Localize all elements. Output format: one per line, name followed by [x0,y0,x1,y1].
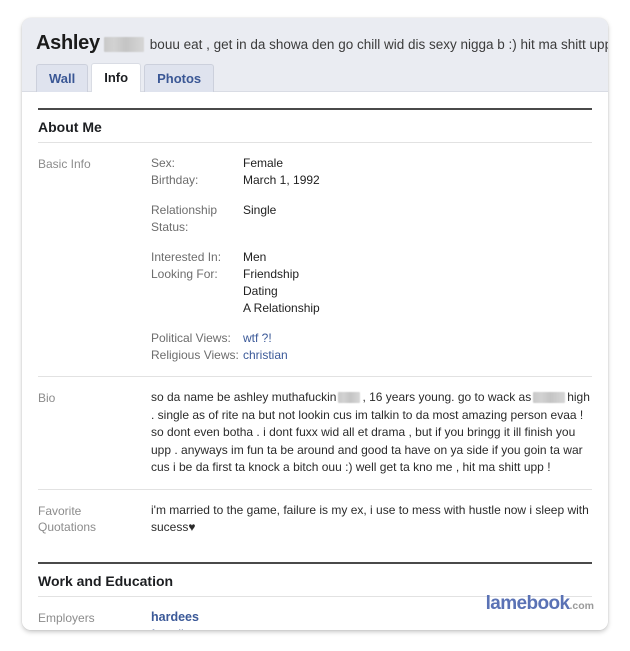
field-label-looking-for: Looking For: [151,267,218,281]
field-value-birthday: March 1, 1992 [243,173,320,187]
basic-info-group: Political Views: wtf ?! Religious Views:… [151,330,592,364]
field-relationship-status: Relationship Status: Single [151,202,592,236]
section-header-about-me: About Me [38,108,592,142]
field-value-looking-for: Friendship Dating A Relationship [243,267,320,315]
field-value-sex: Female [243,156,284,170]
field-interested-in: Interested In: Men [151,249,592,266]
tab-wall[interactable]: Wall [36,64,89,92]
row-content-basic-info: Sex: Female Birthday: March 1, 1992 Rela… [151,155,592,364]
link-political-views[interactable]: wtf ?! [243,331,272,345]
profile-name: Ashley [36,33,100,54]
field-value-relationship-status: Single [243,203,277,217]
redaction-block-bio-2 [533,392,566,404]
section-header-work-and-education: Work and Education [38,561,592,596]
row-favorite-quotations: Favorite Quotations i'm married to the g… [38,490,592,548]
basic-info-group: Interested In: Men Looking For: Friendsh… [151,249,592,317]
basic-info-group: Sex: Female Birthday: March 1, 1992 [151,155,592,189]
field-value-political-views: wtf ?! [243,330,272,347]
bio-part-1: so da name be ashley muthafuckin [151,390,337,404]
field-label-religious-views: Religious Views: [151,348,239,362]
profile-header: Ashley bouu eat , get in da showa den go … [22,18,608,92]
link-religious-views[interactable]: christian [243,348,288,362]
profile-body: About Me Basic Info Sex: Female Birthday… [22,108,608,630]
redaction-block-bio-1 [338,392,361,404]
profile-tab-bar: Wall Info Photos [36,63,217,92]
row-content-bio: so da name be ashley muthafuckin , 16 yea… [151,389,592,477]
field-label-sex: Sex: [151,156,176,170]
field-label-birthday: Birthday: [151,173,199,187]
row-bio: Bio so da name be ashley muthafuckin , 16… [38,377,592,489]
row-label-line-1: Favorite [38,503,82,518]
field-value-interested-in: Men [243,250,267,264]
lamebook-watermark: lamebook.com [486,594,594,616]
row-label-line-2: Quotations [38,519,97,534]
field-looking-for: Looking For: Friendship Dating A Relations… [151,266,592,317]
row-basic-info: Basic Info Sex: Female Birthday: March 1… [38,143,592,376]
field-sex: Sex: Female [151,155,592,172]
employer-secondary-link[interactable]: front line [151,626,592,631]
row-label-employers: Employers [38,610,95,625]
field-label-relationship-status: Relationship Status: [151,203,218,234]
redaction-block-name [103,36,144,52]
row-label-bio: Bio [38,391,56,405]
field-label-political-views: Political Views: [151,331,231,345]
field-political-views: Political Views: wtf ?! [151,330,592,347]
tab-photos[interactable]: Photos [144,64,215,92]
field-birthday: Birthday: March 1, 1992 [151,172,592,189]
basic-info-group: Relationship Status: Single [151,202,592,236]
watermark-tld: .com [569,600,594,612]
row-content-favorite-quotations: i'm married to the game, failure is my e… [151,502,589,534]
watermark-brand: lamebook [485,593,571,614]
row-label-basic-info: Basic Info [38,157,91,171]
profile-status-text: bouu eat , get in da showa den go chill … [149,37,608,52]
row-label-favorite-quotations: Favorite Quotations [38,502,151,535]
tab-info[interactable]: Info [91,63,142,92]
field-label-interested-in: Interested In: [151,250,222,264]
bio-part-2: , 16 years young. go to wack as [362,390,532,404]
profile-card: Ashley bouu eat , get in da showa den go … [22,18,608,630]
profile-status-line: Ashley bouu eat , get in da showa den go … [36,33,608,55]
field-value-religious-views: christian [243,347,288,364]
field-religious-views: Religious Views: christian [151,347,592,364]
